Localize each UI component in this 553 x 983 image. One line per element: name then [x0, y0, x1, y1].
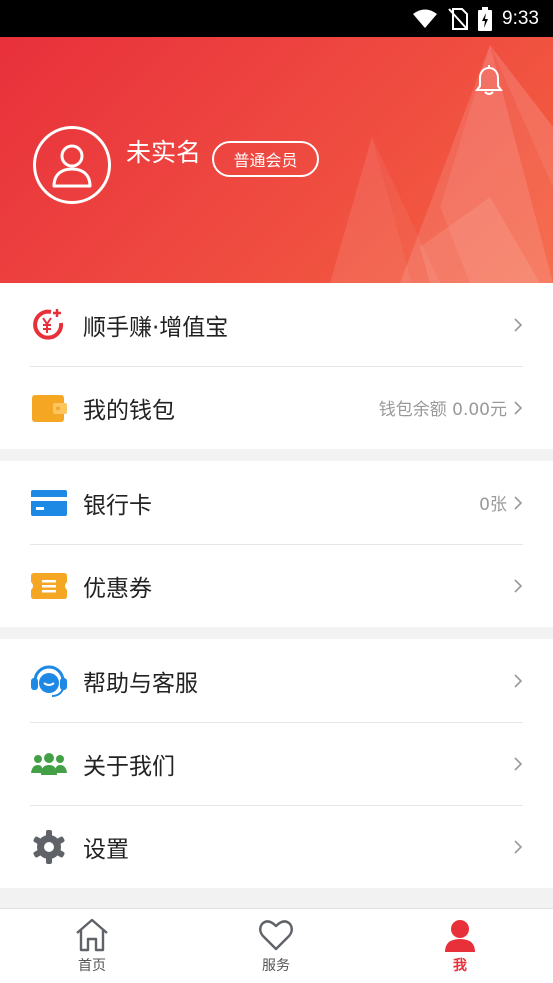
menu-label: 帮助与客服 — [83, 670, 198, 697]
yuan-growth-icon — [30, 306, 68, 344]
menu-label: 优惠券 — [83, 575, 152, 602]
coupon-icon — [30, 567, 68, 605]
person-icon — [445, 920, 475, 952]
heart-icon — [259, 920, 293, 951]
menu-item-settings[interactable]: 设置 — [0, 805, 553, 888]
gear-icon — [30, 828, 68, 866]
nav-label: 服务 — [262, 958, 290, 974]
user-icon — [52, 144, 92, 188]
chevron-right-icon — [514, 400, 523, 415]
chevron-right-icon — [514, 495, 523, 510]
menu-item-help[interactable]: 帮助与客服 — [0, 639, 553, 722]
chevron-right-icon — [514, 317, 523, 332]
menu-label: 顺手赚·增值宝 — [83, 314, 229, 341]
menu-item-about[interactable]: 关于我们 — [0, 722, 553, 805]
username[interactable]: 未实名 — [126, 137, 201, 169]
chevron-right-icon — [514, 578, 523, 593]
avatar[interactable] — [33, 126, 111, 204]
menu-group-cards: 银行卡 0张 优惠券 — [0, 461, 553, 627]
bell-icon[interactable] — [474, 65, 504, 97]
nav-label: 首页 — [78, 958, 106, 974]
member-level-badge[interactable]: 普通会员 — [212, 141, 319, 177]
menu-group-support: 帮助与客服 关于我们 设置 — [0, 639, 553, 888]
wifi-icon — [413, 9, 438, 28]
bank-card-icon — [30, 484, 68, 522]
menu-item-zengzhibao[interactable]: 顺手赚·增值宝 — [0, 283, 553, 366]
chevron-right-icon — [514, 839, 523, 854]
menu-item-wallet[interactable]: 我的钱包 钱包余额 0.00元 — [0, 366, 553, 449]
bank-card-count: 0张 — [479, 495, 507, 515]
home-icon — [76, 918, 108, 952]
chevron-right-icon — [514, 673, 523, 688]
divider — [30, 722, 523, 723]
nav-home[interactable]: 首页 — [32, 909, 152, 982]
wallet-icon — [30, 389, 68, 427]
nav-service[interactable]: 服务 — [216, 909, 336, 982]
bottom-nav: 首页 服务 我 — [0, 908, 553, 983]
wallet-balance: 钱包余额 0.00元 — [378, 400, 507, 420]
menu-item-bank-card[interactable]: 银行卡 0张 — [0, 461, 553, 544]
divider — [30, 544, 523, 545]
people-group-icon — [30, 745, 68, 783]
battery-charging-icon — [478, 6, 493, 31]
menu-label: 关于我们 — [83, 753, 175, 780]
divider — [30, 805, 523, 806]
menu-group-finance: 顺手赚·增值宝 我的钱包 钱包余额 0.00元 — [0, 283, 553, 449]
status-time: 9:33 — [502, 7, 539, 29]
profile-header: 未实名 普通会员 — [0, 37, 553, 283]
menu-item-coupon[interactable]: 优惠券 — [0, 544, 553, 627]
menu-label: 银行卡 — [83, 492, 152, 519]
menu-label: 我的钱包 — [83, 397, 175, 424]
nav-me[interactable]: 我 — [400, 909, 520, 982]
status-bar: 9:33 — [0, 0, 553, 37]
no-sim-icon — [448, 7, 469, 30]
customer-service-icon — [30, 662, 68, 700]
nav-label: 我 — [453, 958, 467, 974]
chevron-right-icon — [514, 756, 523, 771]
divider — [30, 366, 523, 367]
menu-label: 设置 — [83, 836, 129, 863]
